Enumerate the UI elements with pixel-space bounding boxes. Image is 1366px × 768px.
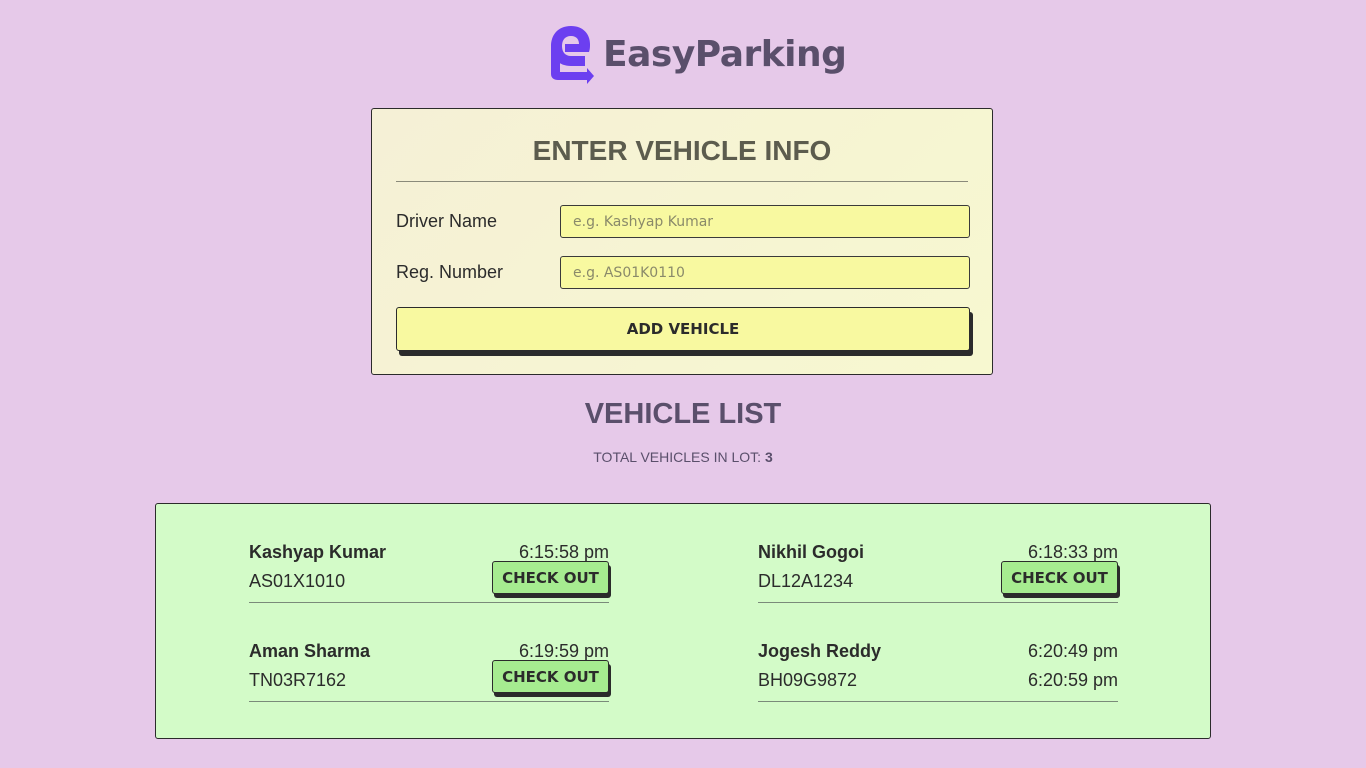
check-out-button[interactable]: CHECK OUT xyxy=(1001,561,1118,594)
reg-number: TN03R7162 xyxy=(249,670,347,690)
brand-header: EasyParking xyxy=(547,22,847,86)
driver-name: Kashyap Kumar xyxy=(249,542,387,562)
form-title: ENTER VEHICLE INFO xyxy=(396,133,968,182)
vehicle-count: TOTAL VEHICLES IN LOT: 3 xyxy=(0,449,1366,465)
driver-name: Jogesh Reddy xyxy=(758,641,882,661)
brand-name: EasyParking xyxy=(603,33,847,75)
list-item: Nikhil Gogoi 6:18:33 pm DL12A1234 CHECK … xyxy=(758,534,1118,603)
vehicle-entry-form: ENTER VEHICLE INFO Driver Name Reg. Numb… xyxy=(371,108,993,375)
list-item: Kashyap Kumar 6:15:58 pm AS01X1010 CHECK… xyxy=(249,534,609,603)
check-in-time: 6:18:33 pm xyxy=(1027,542,1118,562)
list-item: Jogesh Reddy 6:20:49 pm BH09G9872 6:20:5… xyxy=(758,633,1118,702)
check-out-button[interactable]: CHECK OUT xyxy=(492,660,609,693)
reg-number-label: Reg. Number xyxy=(396,262,504,282)
reg-number: BH09G9872 xyxy=(758,670,858,690)
reg-number-input[interactable] xyxy=(560,256,970,289)
vehicle-list-title: VEHICLE LIST xyxy=(584,398,782,430)
check-in-time: 6:15:58 pm xyxy=(518,542,609,562)
check-out-time: 6:20:59 pm xyxy=(1027,670,1118,690)
check-in-time: 6:20:49 pm xyxy=(1027,641,1118,661)
reg-number: DL12A1234 xyxy=(758,571,854,591)
check-out-button[interactable]: CHECK OUT xyxy=(492,561,609,594)
vehicle-list: Kashyap Kumar 6:15:58 pm AS01X1010 CHECK… xyxy=(155,503,1211,739)
driver-name-input[interactable] xyxy=(560,205,970,238)
driver-name: Aman Sharma xyxy=(249,641,371,661)
list-item: Aman Sharma 6:19:59 pm TN03R7162 CHECK O… xyxy=(249,633,609,702)
vehicle-count-label: TOTAL VEHICLES IN LOT: xyxy=(593,449,765,465)
vehicle-count-value: 3 xyxy=(764,449,773,465)
easyparking-logo-icon xyxy=(551,26,594,84)
driver-name-label: Driver Name xyxy=(396,211,498,231)
driver-name: Nikhil Gogoi xyxy=(758,542,864,562)
check-in-time: 6:19:59 pm xyxy=(518,641,609,661)
add-vehicle-button[interactable]: ADD VEHICLE xyxy=(396,307,970,351)
reg-number: AS01X1010 xyxy=(249,571,346,591)
